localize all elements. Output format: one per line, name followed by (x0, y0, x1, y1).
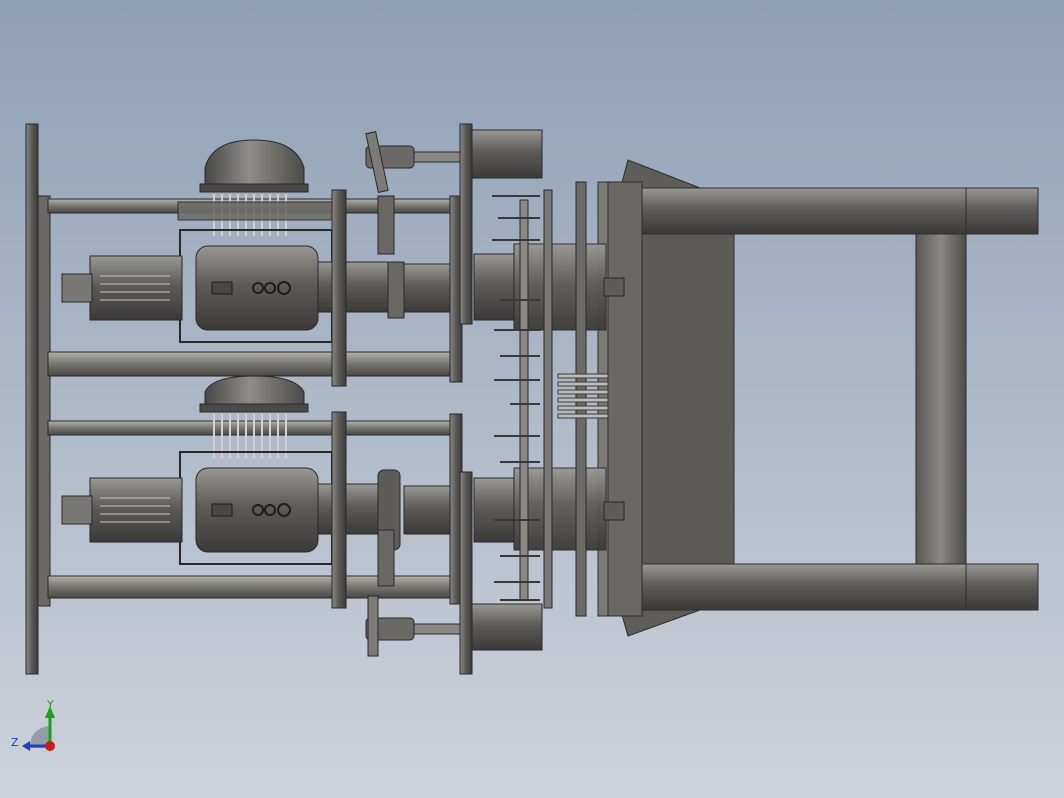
actuator-top[interactable] (365, 131, 461, 255)
z-axis-label: Z (11, 736, 19, 749)
z-axis-arrow-icon (22, 741, 30, 751)
base-frame[interactable] (597, 159, 1039, 637)
axis-triad: Y Z (11, 698, 55, 751)
left-end-plate[interactable] (25, 123, 51, 675)
assembly-drawing[interactable]: Y Z (0, 0, 1064, 798)
x-axis-origin-icon (45, 741, 55, 751)
y-axis-label: Y (46, 698, 54, 711)
cad-viewport[interactable]: Y Z (0, 0, 1064, 798)
